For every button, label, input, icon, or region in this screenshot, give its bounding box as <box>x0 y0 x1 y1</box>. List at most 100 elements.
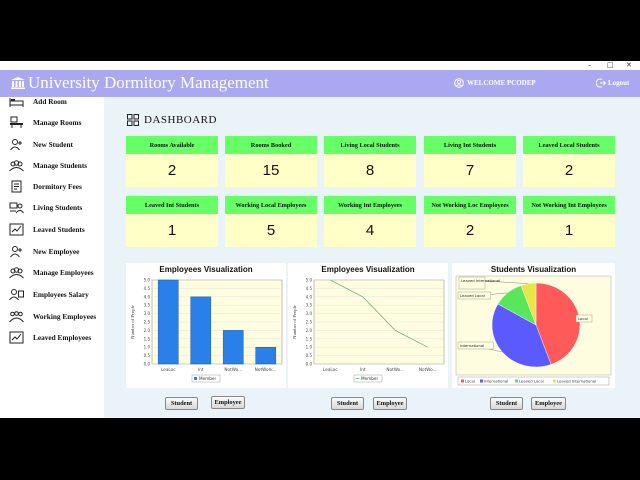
stat-card-label: Rooms Booked <box>225 136 317 154</box>
sidebar-item-label: New Student <box>33 139 73 149</box>
chart-canvas: Employees Visualization 0.0 0.5 1.0 1.5 2.0 2.… <box>130 265 283 383</box>
stat-card-label: Working Local Employees <box>225 196 317 214</box>
y-tick-label: 2.5 <box>306 320 313 325</box>
chart3-student-button[interactable]: Student <box>490 397 523 410</box>
stat-card-value: 1 <box>167 222 177 239</box>
legend-swatch <box>515 379 518 383</box>
chart1-employee-button[interactable]: Employee <box>211 396 245 409</box>
sidebar-item-dormitory-fees[interactable]: Dormitory Fees <box>9 179 82 193</box>
chart2-employee-button[interactable]: Employee <box>373 397 407 410</box>
logout-button[interactable]: Logout <box>596 78 629 88</box>
page-title: DASHBOARD <box>144 114 217 126</box>
room-desk-icon <box>10 116 23 128</box>
sidebar-item-manage-employees[interactable]: Manage Employees <box>9 265 94 279</box>
sidebar-item-employees-salary[interactable]: Employees Salary <box>9 287 89 301</box>
logout-icon <box>596 78 606 88</box>
bar <box>255 346 277 365</box>
user-circle-icon <box>454 78 464 88</box>
salary-icon <box>9 288 24 300</box>
slice-label: Local <box>578 316 588 321</box>
x-tick-label: Int <box>360 367 366 372</box>
legend-label: Leaved Local <box>519 379 544 384</box>
sidebar-item-label: Manage Employees <box>33 267 94 277</box>
welcome-text: WELCOME PCODEP <box>467 79 536 87</box>
sidebar-item-label: Add Room <box>33 96 67 106</box>
y-tick-label: 2.0 <box>306 328 313 333</box>
stat-card-label: Leaved Int Students <box>126 196 218 214</box>
y-tick-label: 3.5 <box>144 303 151 308</box>
stat-card-rooms-booked: Rooms Booked 15 <box>225 136 317 187</box>
building-icon <box>11 77 25 89</box>
legend-swatch <box>194 377 197 380</box>
stat-card-label: Leaved Local Students <box>523 136 615 154</box>
sidebar-item-label: Working Employees <box>33 311 97 321</box>
fees-document-icon <box>11 180 22 192</box>
chart2-student-button[interactable]: Student <box>331 397 364 410</box>
sidebar-item-label: New Employee <box>33 246 80 256</box>
sidebar-item-leaved-students[interactable]: Leaved Students <box>9 222 85 236</box>
students-icon <box>9 202 24 213</box>
sidebar-item-leaved-employees[interactable]: Leaved Employees <box>9 330 91 344</box>
y-tick-label: 4.0 <box>144 294 151 299</box>
y-axis-label: Number of People <box>292 305 297 339</box>
sidebar-item-new-employee[interactable]: New Employee <box>9 244 79 258</box>
app-window: – □ ✕ University Dormitory Management WE… <box>0 61 640 418</box>
y-axis-label: Number of People <box>130 305 135 339</box>
x-tick-label: NotWork... <box>255 367 277 372</box>
stat-card-not-working-int-employees: Not Working Int Employees 1 <box>523 196 615 247</box>
y-tick-label: 3.0 <box>306 311 313 316</box>
legend-swatch <box>553 379 556 383</box>
minimize-button[interactable]: – <box>588 61 592 69</box>
stat-card-value: 7 <box>465 162 475 179</box>
chart3-employee-button[interactable]: Employee <box>531 397 566 410</box>
slice-label: International <box>460 343 484 348</box>
sidebar-item-label: Employees Salary <box>33 289 89 299</box>
y-tick-label: 1.5 <box>306 336 313 341</box>
sidebar-item-working-employees[interactable]: Working Employees <box>9 309 96 323</box>
chart-canvas: Employees Visualization 0.0 0.5 1.0 1.5 2.0 2.… <box>292 265 445 383</box>
sidebar-item-label: Living Students <box>33 202 83 212</box>
stat-card-value: 4 <box>365 222 375 239</box>
x-tick-label: LeaLoc <box>323 367 338 372</box>
stat-card-working-int-employees: Working Int Employees 4 <box>324 196 416 247</box>
logout-label: Logout <box>608 79 630 87</box>
maximize-button[interactable]: □ <box>607 61 614 69</box>
stat-card-label: Rooms Available <box>126 136 218 154</box>
y-tick-label: 5.0 <box>144 278 151 283</box>
legend-label: Member <box>361 376 379 381</box>
sidebar-item-label: Dormitory Fees <box>33 181 82 191</box>
x-tick-label: NotWo... <box>224 367 242 372</box>
welcome-user: WELCOME PCODEP <box>454 78 536 88</box>
window-title-bar: – □ ✕ <box>0 61 640 70</box>
employees-line-chart: Employees Visualization 0.0 0.5 1.0 1.5 2.0 2.… <box>288 263 448 388</box>
stat-card-value: 15 <box>262 162 280 179</box>
students-pie-chart: Students Visualization Local International… <box>452 263 615 388</box>
stat-card-label: Not Working Int Employees <box>523 196 615 214</box>
stat-card-value: 5 <box>266 222 276 239</box>
stat-card-label: Not Working Loc Employees <box>424 196 516 214</box>
dashboard-panel: DASHBOARD Rooms Available 2 Rooms Booked 15… <box>104 97 640 418</box>
chart-title: Employees Visualization <box>321 265 414 274</box>
stat-card-value: 2 <box>564 162 574 179</box>
team-icon <box>9 310 24 322</box>
y-tick-label: 3.5 <box>306 303 313 308</box>
stat-card-living-int-students: Living Int Students 7 <box>424 136 516 187</box>
add-user-icon <box>10 138 22 150</box>
sidebar-item-living-students[interactable]: Living Students <box>9 200 82 214</box>
chart1-student-button[interactable]: Student <box>165 397 198 410</box>
sidebar-item-manage-rooms[interactable]: Manage Rooms <box>9 115 81 129</box>
y-tick-label: 5.0 <box>306 278 313 283</box>
y-tick-label: 0.0 <box>306 362 313 367</box>
sidebar-item-new-student[interactable]: New Student <box>9 137 73 151</box>
close-button[interactable]: ✕ <box>626 61 632 69</box>
sidebar-item-manage-students[interactable]: Manage Students <box>9 158 87 172</box>
stat-card-label: Working Int Employees <box>324 196 416 214</box>
sidebar-item-label: Manage Students <box>33 160 88 170</box>
slice-label: Leaved Local <box>460 293 485 298</box>
app-header: University Dormitory Management WELCOME … <box>0 70 640 97</box>
y-tick-label: 3.0 <box>144 311 151 316</box>
stat-card-leaved-int-students: Leaved Int Students 1 <box>126 196 218 247</box>
x-tick-label: NotWo... <box>419 367 437 372</box>
sidebar-item-add-room[interactable]: Add Room <box>9 94 67 108</box>
y-tick-label: 0.5 <box>306 353 313 358</box>
